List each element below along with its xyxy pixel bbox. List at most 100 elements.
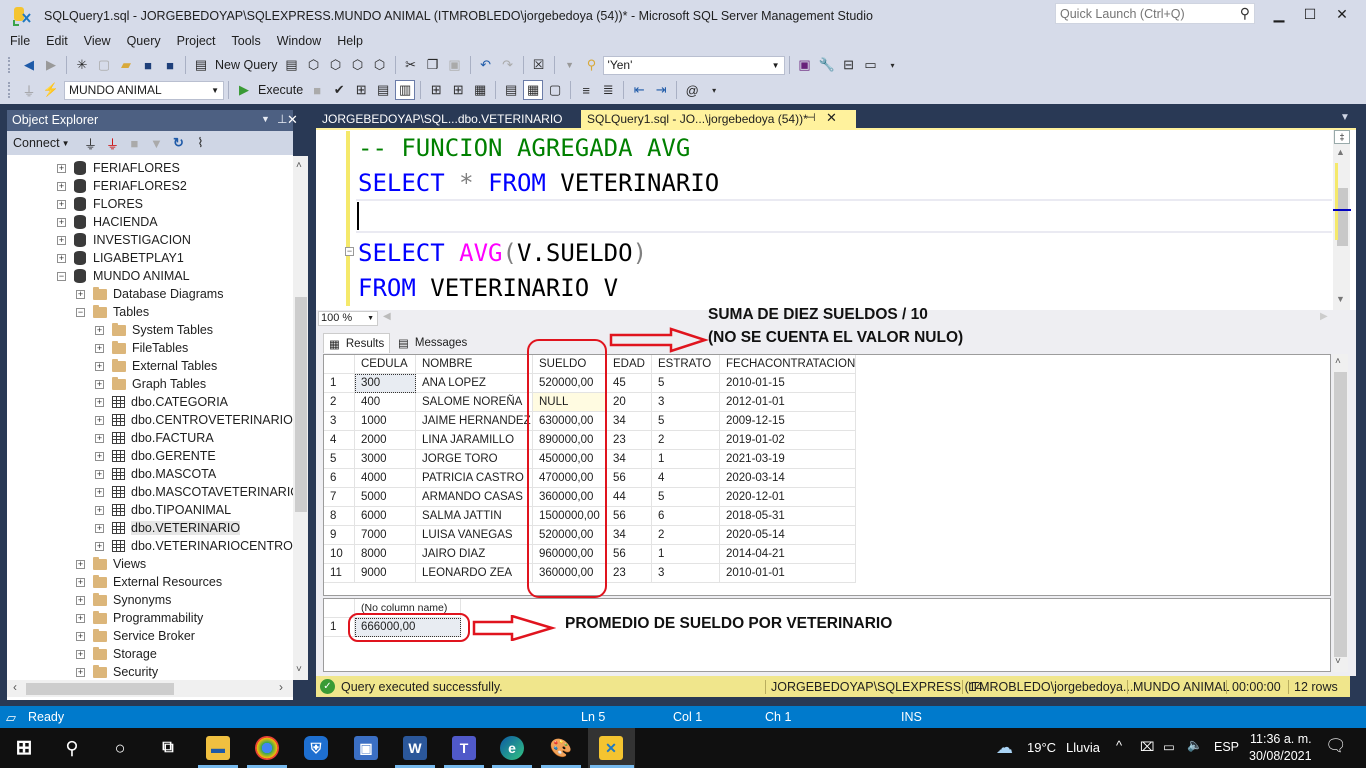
expand-icon[interactable]: + <box>76 289 85 299</box>
grid-cell[interactable]: 34 <box>607 526 652 545</box>
scroll-right-icon[interactable]: ▶ <box>1320 311 1328 322</box>
grid-cell[interactable]: SALOME NOREÑA <box>416 393 533 412</box>
grid-cell[interactable]: 6 <box>652 507 720 526</box>
menu-view[interactable]: View <box>76 32 119 50</box>
menu-query[interactable]: Query <box>119 32 169 50</box>
column-header[interactable]: CEDULA <box>355 355 416 374</box>
comment-icon[interactable]: ≡ <box>576 80 596 100</box>
tree-item[interactable]: + INVESTIGACION <box>57 231 191 249</box>
available-databases-combo[interactable]: MUNDO ANIMAL ▼ <box>64 80 224 100</box>
expand-icon[interactable]: + <box>95 415 104 425</box>
expand-icon[interactable]: + <box>76 595 85 605</box>
grid-cell[interactable]: 2010-01-01 <box>720 564 856 583</box>
query-designer-icon[interactable]: ▤ <box>373 80 393 100</box>
grid-cell[interactable]: 2000 <box>355 431 416 450</box>
disconnect-icon[interactable]: ⏚ <box>102 133 122 153</box>
row-number[interactable]: 2 <box>324 393 355 412</box>
tab-veterinario-table[interactable]: JORGEBEDOYAP\SQL...dbo.VETERINARIO <box>316 110 569 128</box>
split-window-icon[interactable]: ‡ <box>1334 130 1350 144</box>
tree-item[interactable]: + dbo.GERENTE <box>95 447 216 465</box>
tab-overflow-dropdown-icon[interactable]: ▼ <box>1340 112 1350 123</box>
uncomment-icon[interactable]: ≣ <box>598 80 618 100</box>
grid-cell[interactable]: 2 <box>652 526 720 545</box>
tree-item[interactable]: + Database Diagrams <box>76 285 223 303</box>
expand-icon[interactable]: + <box>57 199 66 209</box>
code-line-5[interactable]: FROM VETERINARIO V <box>358 273 618 303</box>
expand-icon[interactable]: + <box>95 361 104 371</box>
increase-indent-icon[interactable]: ⇥ <box>651 80 671 100</box>
language-indicator[interactable]: ESP <box>1214 740 1239 754</box>
find-combo[interactable]: 'Yen' ▼ <box>602 55 785 75</box>
tree-item[interactable]: + Graph Tables <box>95 375 206 393</box>
scrollbar-thumb[interactable] <box>1334 372 1347 657</box>
grid-cell[interactable]: 2009-12-15 <box>720 412 856 431</box>
close-tab-icon[interactable]: ✕ <box>826 110 837 126</box>
dropdown-arrow-icon[interactable]: ▼ <box>560 55 580 75</box>
database-engine-query-icon[interactable]: ▤ <box>282 55 302 75</box>
weather-description[interactable]: Lluvia <box>1066 740 1100 755</box>
expand-icon[interactable]: + <box>76 577 85 587</box>
grid-cell[interactable]: 2014-04-21 <box>720 545 856 564</box>
expand-icon[interactable]: + <box>95 379 104 389</box>
grid-cell[interactable]: 2020-12-01 <box>720 488 856 507</box>
grid-cell[interactable]: 400 <box>355 393 416 412</box>
collapse-region-icon[interactable]: − <box>345 247 354 256</box>
expand-icon[interactable]: + <box>95 487 104 497</box>
expand-icon[interactable]: + <box>95 325 104 335</box>
menu-file[interactable]: File <box>0 32 38 50</box>
chevron-down-icon[interactable]: ▼ <box>62 139 70 148</box>
remote-desktop-icon[interactable]: ▣ <box>354 736 378 760</box>
expand-icon[interactable]: + <box>57 217 66 227</box>
expand-icon[interactable]: + <box>76 559 85 569</box>
dmx-query-icon[interactable]: ⬡ <box>326 55 346 75</box>
grid-cell[interactable]: 1 <box>652 450 720 469</box>
grid-cell[interactable]: 2021-03-19 <box>720 450 856 469</box>
execute-icon[interactable]: ▶ <box>234 80 254 100</box>
grid-cell[interactable]: 56 <box>607 545 652 564</box>
show-hidden-icons-icon[interactable]: ^ <box>1116 738 1122 753</box>
row-number[interactable]: 10 <box>324 545 355 564</box>
column-header[interactable]: EDAD <box>607 355 652 374</box>
tree-item[interactable]: − Tables <box>76 303 149 321</box>
panel-menu-icon[interactable]: ▼ <box>261 114 270 124</box>
row-number[interactable]: 7 <box>324 488 355 507</box>
grid-cell[interactable]: 5 <box>652 488 720 507</box>
expand-icon[interactable]: + <box>95 541 104 551</box>
grid-cell[interactable]: ARMANDO CASAS <box>416 488 533 507</box>
expand-icon[interactable]: + <box>76 649 85 659</box>
tree-item[interactable]: − MUNDO ANIMAL <box>57 267 190 285</box>
tree-item[interactable]: + dbo.VETERINARIOCENTRO <box>95 537 293 555</box>
refresh-icon[interactable]: ↻ <box>168 133 188 153</box>
quick-launch[interactable]: ⚲ <box>1055 3 1255 24</box>
back-icon[interactable]: ◀ <box>19 55 39 75</box>
code-line-2[interactable]: SELECT * FROM VETERINARIO <box>358 168 719 198</box>
tree-item[interactable]: + dbo.FACTURA <box>95 429 214 447</box>
scroll-up-icon[interactable]: ˄ <box>296 160 302 171</box>
code-line-4[interactable]: SELECT AVG(V.SUELDO) <box>358 238 647 268</box>
expand-icon[interactable]: + <box>95 505 104 515</box>
forward-icon[interactable]: ▶ <box>41 55 61 75</box>
tree-item[interactable]: + dbo.MASCOTA <box>95 465 216 483</box>
new-query-icon[interactable]: ▤ <box>191 55 211 75</box>
scroll-up-icon[interactable]: ˄ <box>1335 356 1341 367</box>
expand-icon[interactable]: + <box>76 631 85 641</box>
execute-button[interactable]: Execute <box>258 83 303 97</box>
grid-cell[interactable]: JORGE TORO <box>416 450 533 469</box>
grid-cell[interactable]: 2 <box>652 431 720 450</box>
toolbar-grip[interactable] <box>8 57 14 73</box>
tab-messages[interactable]: ▤ Messages <box>393 333 472 353</box>
tree-item[interactable]: + dbo.TIPOANIMAL <box>95 501 231 519</box>
grid-cell[interactable]: 56 <box>607 507 652 526</box>
grid-cell[interactable]: LINA JARAMILLO <box>416 431 533 450</box>
scroll-down-icon[interactable]: ▼ <box>1336 294 1345 304</box>
collapse-icon[interactable]: − <box>57 271 66 281</box>
grid-cell[interactable]: 9000 <box>355 564 416 583</box>
tree-item[interactable]: + Storage <box>76 645 157 663</box>
search-icon[interactable]: ⚲ <box>60 736 84 760</box>
chrome-icon[interactable] <box>255 736 279 760</box>
properties-wrench-icon[interactable]: 🔧 <box>817 55 837 75</box>
grid-cell[interactable]: 56 <box>607 469 652 488</box>
grid-cell[interactable]: 1000 <box>355 412 416 431</box>
grid-cell[interactable]: 20 <box>607 393 652 412</box>
xmla-query-icon[interactable]: ⬡ <box>348 55 368 75</box>
